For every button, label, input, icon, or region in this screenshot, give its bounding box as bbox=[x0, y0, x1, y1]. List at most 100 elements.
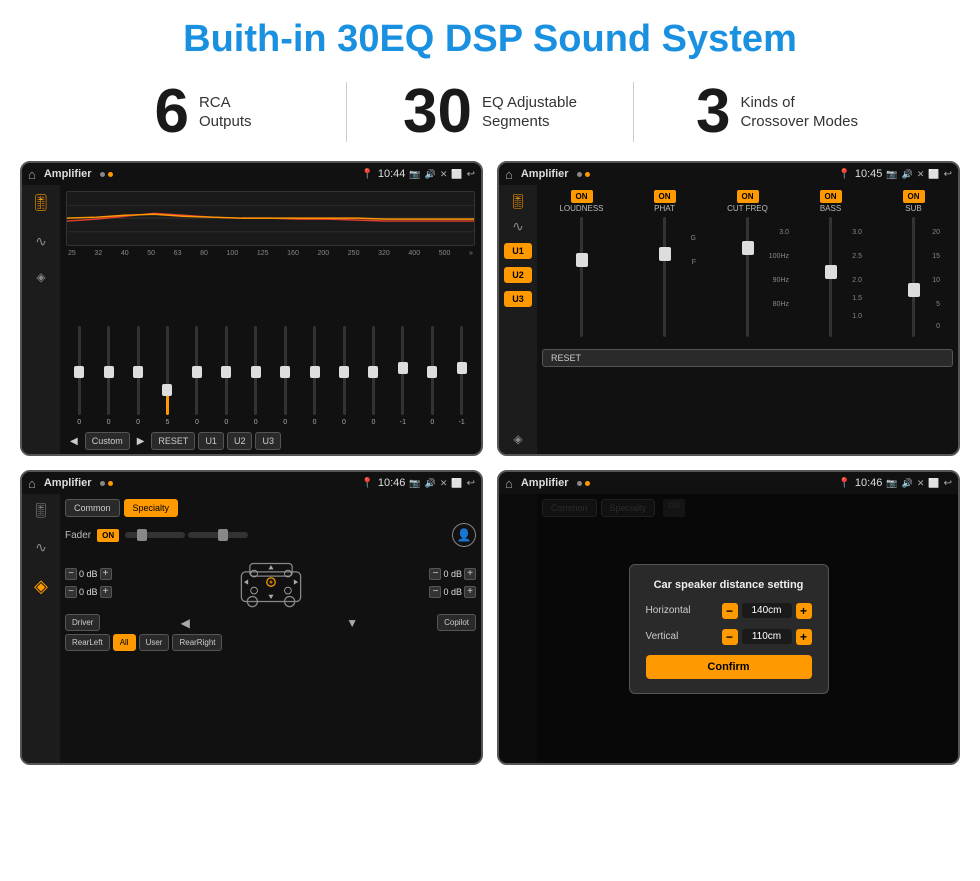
status-bar-4: ⌂ Amplifier 📍 10:46 📷 🔊 ✕ ⬜ ↩ bbox=[499, 472, 958, 494]
preset-u1[interactable]: U1 bbox=[504, 243, 532, 259]
slider-7[interactable]: 0 bbox=[243, 326, 269, 426]
preset-u3[interactable]: U3 bbox=[504, 291, 532, 307]
dot-s3-2 bbox=[108, 481, 113, 486]
channel-loudness: ON LOUDNESS bbox=[542, 190, 621, 337]
eq-sliders-icon[interactable]: 🎚 bbox=[31, 193, 51, 213]
fader-slider-2[interactable] bbox=[188, 532, 248, 538]
eq-bottom-bar: ◀ Custom ▶ RESET U1 U2 U3 bbox=[66, 432, 475, 450]
fader-eq-icon[interactable]: 🎚 bbox=[32, 502, 50, 519]
slider-14[interactable]: -1 bbox=[448, 326, 474, 426]
slider-3[interactable]: 0 bbox=[125, 326, 151, 426]
fader-slider-1[interactable] bbox=[125, 532, 185, 538]
fader-wave-icon[interactable]: ∿ bbox=[35, 539, 47, 556]
driver-btn[interactable]: Driver bbox=[65, 614, 100, 631]
sub-toggle[interactable]: ON bbox=[903, 190, 925, 203]
cross-eq-icon[interactable]: 🎚 bbox=[509, 193, 527, 210]
stat-number-rca: 6 bbox=[154, 81, 188, 143]
reset-btn[interactable]: RESET bbox=[151, 432, 195, 450]
back-icon-1[interactable]: ↩ bbox=[467, 169, 475, 180]
u1-btn[interactable]: U1 bbox=[198, 432, 224, 450]
tab-common[interactable]: Common bbox=[65, 499, 120, 517]
vol-fl-plus[interactable]: + bbox=[100, 568, 112, 580]
vol-rl-minus[interactable]: − bbox=[65, 586, 77, 598]
eq-speaker-icon[interactable]: ◈ bbox=[36, 270, 45, 284]
slider-1[interactable]: 0 bbox=[66, 326, 92, 426]
fader-controls: Fader ON 👤 bbox=[65, 523, 476, 547]
volume-icon-3: 🔊 bbox=[425, 478, 436, 489]
screen-dialog: ⌂ Amplifier 📍 10:46 📷 🔊 ✕ ⬜ ↩ bbox=[497, 470, 960, 765]
play-next-btn[interactable]: ▶ bbox=[133, 434, 149, 449]
slider-11[interactable]: 0 bbox=[360, 326, 386, 426]
tab-specialty[interactable]: Specialty bbox=[124, 499, 179, 517]
time-3: 10:46 bbox=[378, 477, 406, 489]
vol-rl-plus[interactable]: + bbox=[100, 586, 112, 598]
home-icon-4[interactable]: ⌂ bbox=[505, 476, 513, 491]
preset-u2[interactable]: U2 bbox=[504, 267, 532, 283]
status-dots-2 bbox=[577, 172, 590, 177]
horizontal-value: 140cm bbox=[742, 603, 792, 618]
custom-btn[interactable]: Custom bbox=[85, 432, 130, 450]
bass-toggle[interactable]: ON bbox=[820, 190, 842, 203]
vol-fr-plus[interactable]: + bbox=[464, 568, 476, 580]
fader-on-btn[interactable]: ON bbox=[97, 529, 119, 542]
fader-label: Fader bbox=[65, 530, 91, 541]
bottom-row-buttons: RearLeft All User RearRight bbox=[65, 634, 476, 651]
cross-wave-icon[interactable]: ∿ bbox=[512, 218, 524, 235]
back-icon-3[interactable]: ↩ bbox=[467, 478, 475, 489]
confirm-button[interactable]: Confirm bbox=[646, 655, 812, 679]
home-icon-2[interactable]: ⌂ bbox=[505, 167, 513, 182]
phat-toggle[interactable]: ON bbox=[654, 190, 676, 203]
slider-5[interactable]: 0 bbox=[184, 326, 210, 426]
u2-btn[interactable]: U2 bbox=[227, 432, 253, 450]
volume-icon-4: 🔊 bbox=[902, 478, 913, 489]
eq-graph bbox=[66, 191, 475, 246]
back-icon-4[interactable]: ↩ bbox=[944, 478, 952, 489]
horizontal-minus-btn[interactable]: − bbox=[722, 603, 738, 619]
dialog-overlay: Car speaker distance setting Horizontal … bbox=[499, 494, 958, 763]
u3-btn[interactable]: U3 bbox=[255, 432, 281, 450]
rear-left-btn[interactable]: RearLeft bbox=[65, 634, 110, 651]
settings-avatar-icon[interactable]: 👤 bbox=[452, 523, 476, 547]
crossover-main-area: ON LOUDNESS ON PHAT bbox=[537, 185, 958, 454]
stat-label-crossover: Kinds of Crossover Modes bbox=[740, 93, 858, 132]
left-vols: − 0 dB + − 0 dB + bbox=[65, 555, 112, 610]
user-btn[interactable]: User bbox=[139, 634, 170, 651]
slider-13[interactable]: 0 bbox=[419, 326, 445, 426]
status-dots-4 bbox=[577, 481, 590, 486]
cutfreq-toggle[interactable]: ON bbox=[737, 190, 759, 203]
vol-fl-minus[interactable]: − bbox=[65, 568, 77, 580]
right-vols: − 0 dB + − 0 dB + bbox=[429, 555, 476, 610]
loudness-toggle[interactable]: ON bbox=[571, 190, 593, 203]
vertical-plus-btn[interactable]: + bbox=[796, 629, 812, 645]
vol-fr-minus[interactable]: − bbox=[429, 568, 441, 580]
cross-speaker-icon[interactable]: ◈ bbox=[513, 432, 522, 446]
dialog-title: Car speaker distance setting bbox=[646, 579, 812, 591]
slider-6[interactable]: 0 bbox=[213, 326, 239, 426]
back-icon-2[interactable]: ↩ bbox=[944, 169, 952, 180]
fader-speaker-icon[interactable]: ◈ bbox=[34, 576, 48, 597]
eq-screen-content: 🎚 ∿ ◈ bbox=[22, 185, 481, 454]
slider-9[interactable]: 0 bbox=[301, 326, 327, 426]
vol-rr-minus[interactable]: − bbox=[429, 586, 441, 598]
slider-10[interactable]: 0 bbox=[331, 326, 357, 426]
home-icon-3[interactable]: ⌂ bbox=[28, 476, 36, 491]
vol-rr-plus[interactable]: + bbox=[464, 586, 476, 598]
copilot-btn[interactable]: Copilot bbox=[437, 614, 476, 631]
slider-8[interactable]: 0 bbox=[272, 326, 298, 426]
home-icon-1[interactable]: ⌂ bbox=[28, 167, 36, 182]
close-icon-1: ✕ bbox=[440, 169, 448, 180]
horizontal-plus-btn[interactable]: + bbox=[796, 603, 812, 619]
screens-grid: ⌂ Amplifier 📍 10:44 📷 🔊 ✕ ⬜ ↩ 🎚 ∿ ◈ bbox=[0, 155, 980, 775]
rear-right-btn[interactable]: RearRight bbox=[172, 634, 222, 651]
down-arrow-btn[interactable]: ▼ bbox=[270, 614, 434, 631]
left-arrow-btn[interactable]: ◀ bbox=[103, 614, 267, 631]
cross-reset-btn[interactable]: RESET bbox=[542, 349, 953, 367]
play-prev-btn[interactable]: ◀ bbox=[66, 434, 82, 449]
eq-wave-icon[interactable]: ∿ bbox=[35, 233, 47, 250]
slider-12[interactable]: -1 bbox=[390, 326, 416, 426]
all-btn[interactable]: All bbox=[113, 634, 136, 651]
vertical-minus-btn[interactable]: − bbox=[722, 629, 738, 645]
stat-crossover: 3 Kinds of Crossover Modes bbox=[634, 81, 920, 143]
slider-2[interactable]: 0 bbox=[95, 326, 121, 426]
slider-4[interactable]: 5 bbox=[154, 326, 180, 426]
